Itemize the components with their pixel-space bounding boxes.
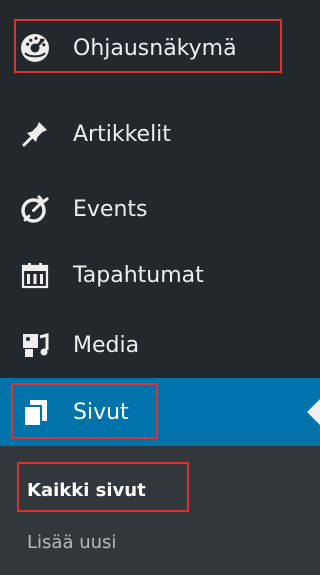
submenu-item-all-pages[interactable]: Kaikki sivut [27, 480, 146, 501]
menu-item-label: Tapahtumat [73, 262, 204, 288]
current-arrow-icon [307, 399, 320, 425]
media-icon [19, 329, 51, 361]
menu-item-label: Ohjausnäkymä [73, 35, 237, 61]
events-icon [19, 193, 51, 225]
submenu-item-add-new[interactable]: Lisää uusi [27, 532, 116, 553]
menu-item-label: Sivut [73, 399, 129, 425]
menu-item-posts[interactable]: Artikkelit [0, 107, 320, 161]
submenu: Kaikki sivut Lisää uusi [0, 446, 320, 575]
admin-menu: Ohjausnäkymä Artikkelit Events Tapahtuma… [0, 0, 320, 575]
calendar-icon [19, 259, 51, 291]
menu-item-dashboard[interactable]: Ohjausnäkymä [0, 21, 320, 75]
menu-item-media[interactable]: Media [0, 318, 320, 372]
pages-icon [19, 396, 51, 428]
menu-item-label: Artikkelit [73, 121, 171, 147]
menu-item-tapahtumat[interactable]: Tapahtumat [0, 248, 320, 302]
menu-item-events[interactable]: Events [0, 182, 320, 236]
dashboard-icon [19, 32, 51, 64]
menu-item-label: Media [73, 332, 140, 358]
pin-icon [19, 118, 51, 150]
menu-item-label: Events [73, 196, 148, 222]
menu-item-pages[interactable]: Sivut [0, 378, 320, 446]
